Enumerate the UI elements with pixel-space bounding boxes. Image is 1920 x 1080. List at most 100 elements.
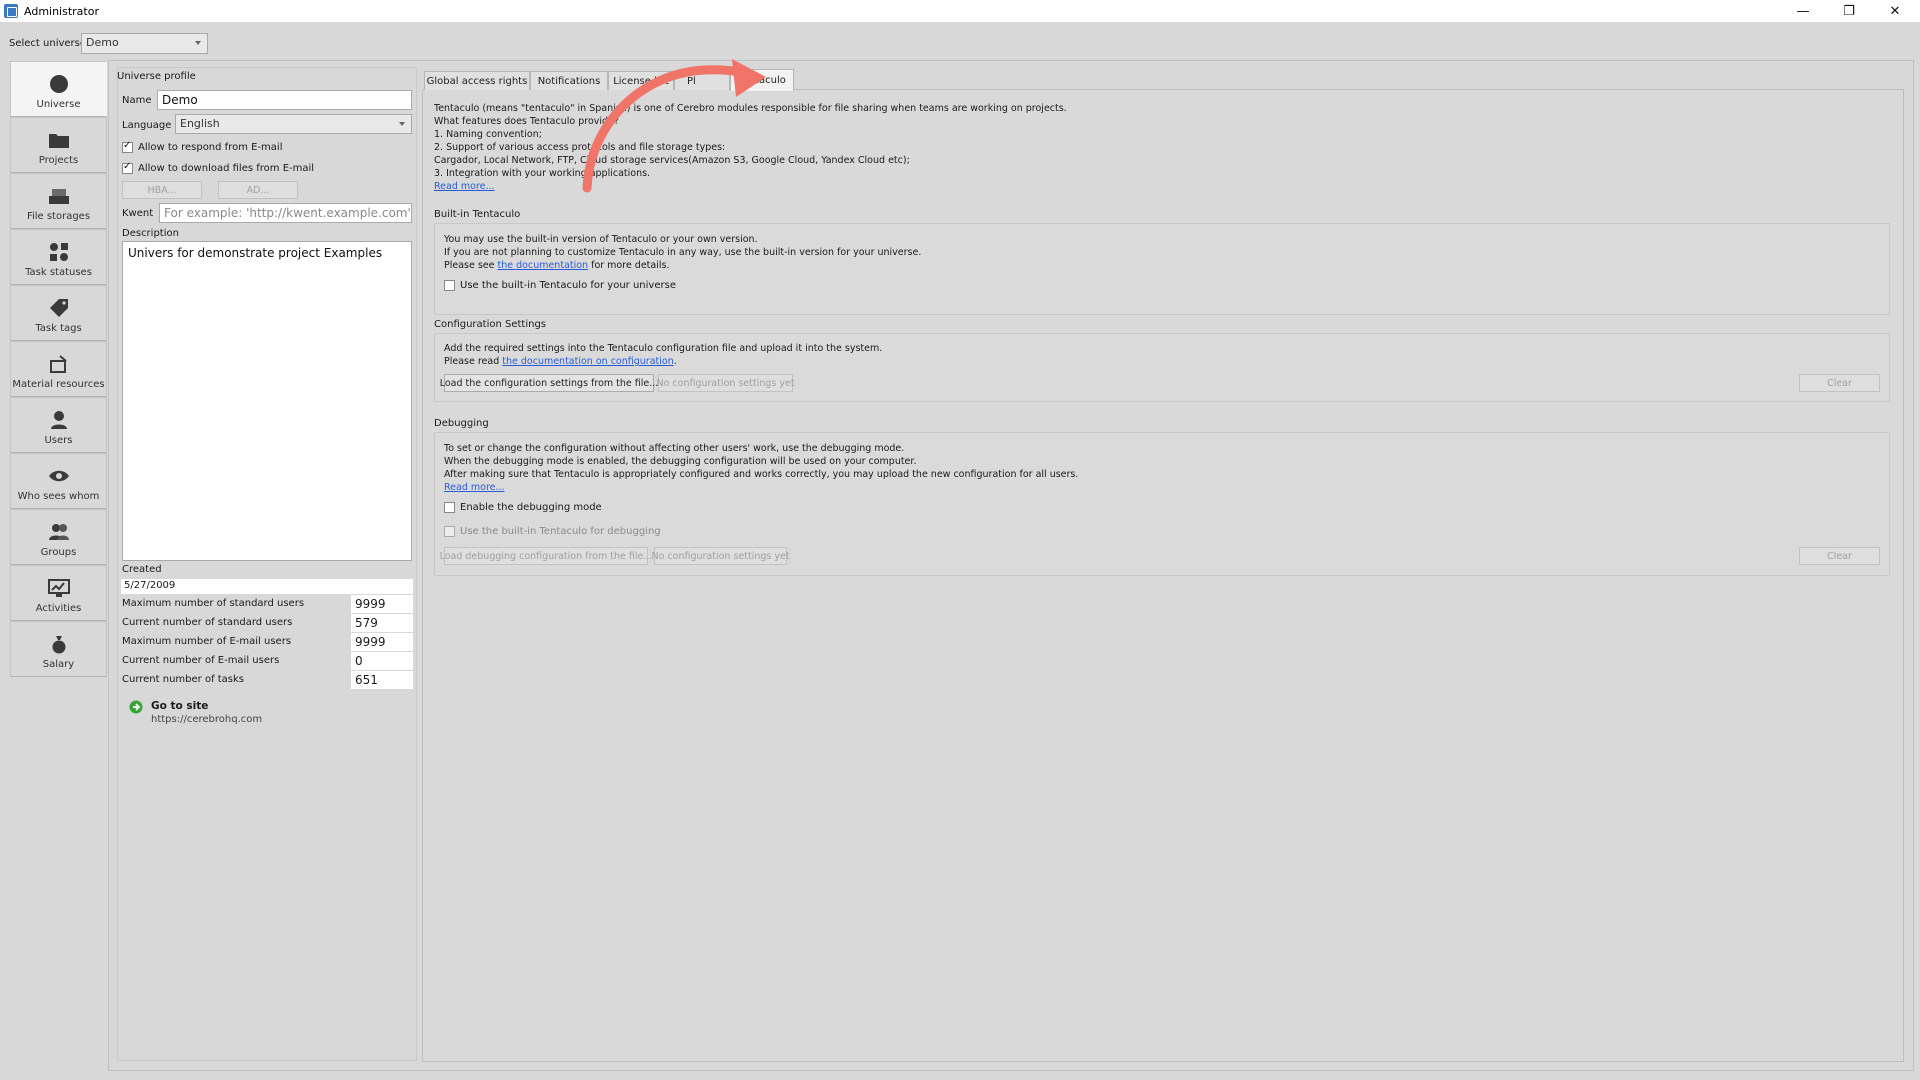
debug-read-more-link[interactable]: Read more... [444, 481, 1078, 494]
allow-respond-label: Allow to respond from E-mail [138, 142, 283, 153]
stat-value: 0 [351, 652, 413, 670]
sidebar-item-projects[interactable]: Projects [10, 117, 107, 173]
stat-row: Maximum number of standard users 9999 [121, 595, 413, 613]
builtin-text: You may use the built-in version of Tent… [444, 233, 921, 272]
load-config-button[interactable]: Load the configuration settings from the… [440, 374, 658, 392]
minimize-button[interactable]: — [1780, 0, 1826, 22]
sidebar-item-label: Universe [36, 99, 81, 110]
hba-button[interactable]: HBA... [122, 181, 202, 199]
description-textarea[interactable]: Univers for demonstrate project Examples [122, 241, 412, 561]
debug-text: To set or change the configuration witho… [444, 442, 1078, 494]
stat-row: Maximum number of E-mail users 9999 [121, 633, 413, 651]
stat-row: Current number of E-mail users 0 [121, 652, 413, 670]
go-to-site-link[interactable]: Go to site [151, 700, 208, 712]
stat-label: Maximum number of standard users [122, 598, 305, 609]
app-icon [4, 4, 18, 18]
config-text: Add the required settings into the Tenta… [444, 342, 882, 368]
status-icon [48, 242, 70, 262]
stat-value: 579 [351, 614, 413, 632]
sidebar-item-label: Projects [38, 155, 79, 166]
tag-icon [48, 298, 70, 318]
clear-config-button[interactable]: Clear [1799, 374, 1880, 392]
sidebar-item-label: Task statuses [25, 267, 92, 278]
sidebar-item-label: Groups [40, 547, 77, 558]
universe-select[interactable]: Demo [81, 33, 208, 54]
language-select-value: English [180, 117, 220, 130]
kwent-field[interactable]: For example: 'http://kwent.example.com' [159, 203, 412, 223]
chevron-down-icon [195, 41, 201, 45]
sidebar: Universe Projects File storages Task sta… [10, 61, 107, 677]
text: Please read [444, 356, 503, 367]
sidebar-item-task-tags[interactable]: Task tags [10, 285, 107, 341]
config-title: Configuration Settings [434, 319, 547, 330]
circle-icon [48, 74, 70, 94]
ad-button[interactable]: AD... [218, 181, 298, 199]
sidebar-item-label: Users [44, 435, 73, 446]
allow-download-checkbox[interactable] [122, 161, 133, 174]
config-status-button: No configuration settings yet [656, 374, 795, 392]
sidebar-item-users[interactable]: Users [10, 397, 107, 453]
builtin-line: You may use the built-in version of Tent… [444, 234, 758, 245]
sidebar-item-who-sees-whom[interactable]: Who sees whom [10, 453, 107, 509]
stat-value[interactable]: 9999 [351, 633, 413, 651]
debug-line: After making sure that Tentaculo is appr… [444, 469, 1079, 480]
debug-status-button: No configuration settings yet [651, 547, 790, 565]
sidebar-item-label: Activities [35, 603, 82, 614]
config-line: Add the required settings into the Tenta… [444, 343, 883, 354]
folder-icon [48, 130, 70, 150]
use-builtin-checkbox[interactable] [444, 280, 455, 291]
enable-debug-label: Enable the debugging mode [460, 502, 602, 513]
group-icon [48, 522, 70, 542]
sidebar-item-label: File storages [26, 211, 91, 222]
name-label: Name [122, 95, 152, 106]
documentation-link[interactable]: the documentation [498, 260, 589, 271]
debug-line: When the debugging mode is enabled, the … [444, 456, 917, 467]
created-value: 5/27/2009 [121, 579, 413, 594]
close-button[interactable]: ✕ [1872, 0, 1918, 22]
sidebar-item-file-storages[interactable]: File storages [10, 173, 107, 229]
sidebar-item-activities[interactable]: Activities [10, 565, 107, 621]
clear-debug-button[interactable]: Clear [1799, 547, 1880, 565]
stat-label: Current number of tasks [122, 674, 245, 685]
builtin-title: Built-in Tentaculo [434, 209, 521, 220]
sidebar-item-label: Salary [42, 659, 75, 670]
stat-label: Current number of standard users [122, 617, 293, 628]
allow-respond-checkbox[interactable] [122, 140, 133, 153]
sidebar-item-universe[interactable]: Universe [10, 61, 107, 117]
go-arrow-icon[interactable] [129, 700, 143, 714]
activity-icon [47, 578, 70, 598]
configuration-docs-link[interactable]: the documentation on configuration [502, 356, 673, 367]
annotation-arrow-icon [582, 59, 766, 193]
debug-title: Debugging [434, 418, 489, 429]
tab-global-access-rights[interactable]: Global access rights [424, 71, 530, 90]
kwent-label: Kwent [122, 208, 154, 219]
stat-value[interactable]: 9999 [351, 595, 413, 613]
debug-builtin-checkbox[interactable] [444, 526, 455, 537]
language-label: Language [122, 120, 172, 131]
enable-debug-checkbox[interactable] [444, 502, 455, 513]
sidebar-item-label: Task tags [35, 323, 82, 334]
builtin-line: Please see the documentation for more de… [444, 259, 921, 272]
name-field[interactable]: Demo [157, 90, 412, 110]
restore-button[interactable]: ❐ [1826, 0, 1872, 22]
load-debug-config-button[interactable]: Load debugging configuration from the fi… [440, 547, 652, 565]
sidebar-item-groups[interactable]: Groups [10, 509, 107, 565]
stat-label: Maximum number of E-mail users [122, 636, 292, 647]
stat-value: 651 [351, 671, 413, 689]
debug-builtin-label: Use the built-in Tentaculo for debugging [460, 526, 661, 537]
title-bar: Administrator — ❐ ✕ [0, 0, 1920, 22]
sidebar-item-task-statuses[interactable]: Task statuses [10, 229, 107, 285]
stat-row: Current number of standard users 579 [121, 614, 413, 632]
sidebar-item-material-resources[interactable]: Material resources [10, 341, 107, 397]
money-bag-icon [48, 634, 70, 654]
stat-row: Current number of tasks 651 [121, 671, 413, 689]
sidebar-item-salary[interactable]: Salary [10, 621, 107, 677]
text: Please see [444, 260, 498, 271]
language-select[interactable]: English [175, 114, 412, 134]
sidebar-item-label: Who sees whom [17, 491, 100, 502]
chevron-down-icon [399, 122, 405, 126]
site-url: https://cerebrohq.com [151, 714, 263, 725]
config-line: Please read the documentation on configu… [444, 355, 882, 368]
use-builtin-label: Use the built-in Tentaculo for your univ… [460, 280, 676, 291]
eye-icon [48, 466, 70, 486]
